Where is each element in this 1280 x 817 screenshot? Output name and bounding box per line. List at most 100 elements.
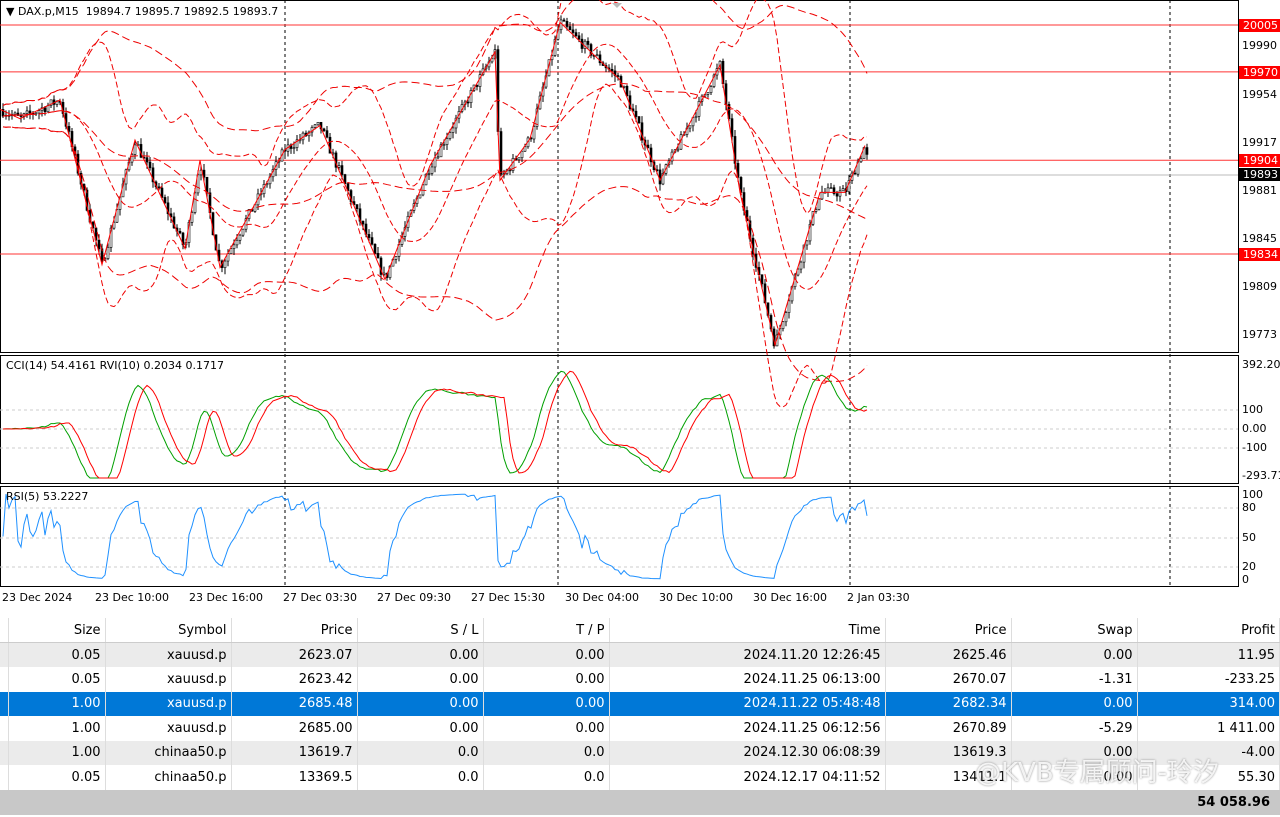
row-marker [0,642,9,667]
cell-size: 0.05 [8,642,106,667]
candle-body [316,121,320,126]
row-marker [0,716,9,741]
candle-body [595,54,599,57]
candle-body [835,193,839,197]
candle-body [781,321,785,329]
rvi-line [2,370,868,479]
col-sl[interactable]: S / L [357,618,484,643]
col-swap[interactable]: Swap [1011,618,1138,643]
candle-body [367,234,371,238]
table-row[interactable]: 1.00 xauusd.p 2685.48 0.00 0.00 2024.11.22 05… [0,691,1280,716]
row-marker [0,765,9,790]
candle-body [586,40,590,45]
cci-tick: 100 [1242,403,1263,416]
table-row[interactable]: 0.05 xauusd.p 2623.42 0.00 0.00 2024.11.25 06… [0,667,1280,692]
candle-body [370,237,374,245]
candle-body [292,147,296,149]
cell-size: 0.05 [8,667,106,692]
cell-sl: 0.00 [357,691,484,716]
price-chart[interactable] [0,0,1280,615]
candle-body [853,172,857,175]
candle-body [658,169,662,185]
candle-body [571,29,575,33]
candle-body [97,239,101,250]
time-tick: 30 Dec 16:00 [753,591,827,604]
cell-sl: 0.00 [357,642,484,667]
candle-body [838,190,842,197]
candle-body [340,165,344,175]
table-row[interactable]: 0.05 xauusd.p 2623.07 0.00 0.00 2024.11.20 12… [0,642,1280,667]
cell-profit: 314.00 [1137,691,1280,716]
rsi-tick: 50 [1242,531,1256,544]
candle-body [427,173,431,175]
col-profit[interactable]: Profit [1137,618,1280,643]
price-tick: 19954 [1242,88,1277,101]
cell-symbol: chinaa50.p [105,765,232,790]
cell-time: 2024.11.22 05:48:48 [609,691,886,716]
candle-body [499,131,503,175]
cell-price: 2685.00 [231,716,358,741]
time-tick: 27 Dec 09:30 [377,591,451,604]
time-tick: 30 Dec 04:00 [565,591,639,604]
envelope-line [2,0,868,132]
col-close-price[interactable]: Price [885,618,1012,643]
candle-body [568,26,572,31]
candle-body [238,234,242,241]
candle-body [235,239,239,246]
candle-body [106,247,110,259]
cell-tp: 0.00 [483,642,610,667]
rsi-tick: 20 [1242,560,1256,573]
cell-close-price: 2670.89 [885,716,1012,741]
cell-swap: -5.29 [1011,716,1138,741]
cci-tick: 392.20 [1242,358,1280,371]
cell-close-price: 2625.46 [885,642,1012,667]
candle-body [805,240,809,246]
envelope-line [2,0,868,215]
level-tag: 19834 [1239,248,1280,261]
cell-tp: 0.00 [483,716,610,741]
candle-body [859,158,863,163]
candle-body [163,197,167,204]
watermark: @KVB专属顾问-玲汐 [975,758,1220,788]
candle-body [634,110,638,117]
table-row[interactable]: 1.00 xauusd.p 2685.00 0.00 0.00 2024.11.25 06… [0,716,1280,741]
rsi-label: RSI(5) 53.2227 [6,490,89,503]
cell-swap: -1.31 [1011,667,1138,692]
chart-shift-marker [612,3,622,8]
row-marker [0,740,9,765]
candle-body [787,300,791,313]
cell-symbol: chinaa50.p [105,740,232,765]
col-time[interactable]: Time [609,618,886,643]
cci-tick: -100 [1242,441,1267,454]
cell-symbol: xauusd.p [105,716,232,741]
candle-body [676,148,680,151]
cci-tick: -293.71 [1242,469,1280,482]
candle-body [355,204,359,210]
table-header: Size Symbol Price S / L T / P Time Price… [0,618,1280,643]
col-icon [0,618,9,643]
chart-header: ▼ DAX.p,M15 19894.7 19895.7 19892.5 1989… [6,5,279,18]
open-value: 19894.7 [85,5,132,18]
candle-body [865,147,869,155]
cell-tp: 0.0 [483,740,610,765]
candle-body [532,126,536,140]
candle-body [694,116,698,118]
candle-body [559,19,563,31]
candle-body [223,260,227,268]
time-tick: 23 Dec 10:00 [95,591,169,604]
price-tick: 19990 [1242,39,1277,52]
col-tp[interactable]: T / P [483,618,610,643]
col-price[interactable]: Price [231,618,358,643]
main-pane-frame [0,0,1239,353]
col-symbol[interactable]: Symbol [105,618,232,643]
current-price-tag: 19893 [1239,168,1280,181]
col-size[interactable]: Size [8,618,106,643]
level-tag: 20005 [1239,19,1280,32]
candle-body [337,165,341,168]
cell-time: 2024.12.30 06:08:39 [609,740,886,765]
close-value: 19893.7 [232,5,279,18]
cell-close-price: 2682.34 [885,691,1012,716]
candle-body [520,150,524,159]
rsi-line [2,493,868,580]
candle-body [361,220,365,225]
